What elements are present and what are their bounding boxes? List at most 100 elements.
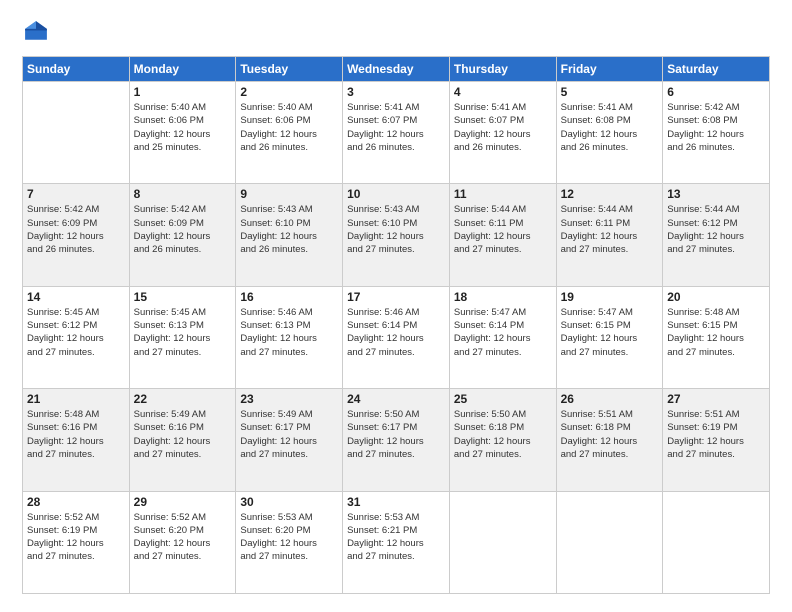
calendar-cell: 11 Sunrise: 5:44 AM Sunset: 6:11 PM Dayli… [449,184,556,286]
day-number: 8 [134,187,232,201]
day-info: Sunrise: 5:52 AM Sunset: 6:20 PM Dayligh… [134,511,232,564]
day-info: Sunrise: 5:45 AM Sunset: 6:13 PM Dayligh… [134,306,232,359]
day-info: Sunrise: 5:43 AM Sunset: 6:10 PM Dayligh… [347,203,445,256]
calendar-cell: 18Sunrise: 5:47 AM Sunset: 6:14 PM Dayli… [449,286,556,388]
day-number: 30 [240,495,338,509]
day-number: 4 [454,85,552,99]
day-info: Sunrise: 5:40 AM Sunset: 6:06 PM Dayligh… [134,101,232,154]
day-info: Sunrise: 5:42 AM Sunset: 6:09 PM Dayligh… [134,203,232,256]
calendar-week-row: 7 Sunrise: 5:42 AM Sunset: 6:09 PM Daylig… [23,184,770,286]
day-info: Sunrise: 5:42 AM Sunset: 6:08 PM Dayligh… [667,101,765,154]
day-info: Sunrise: 5:40 AM Sunset: 6:06 PM Dayligh… [240,101,338,154]
day-number: 19 [561,290,659,304]
calendar-cell: 31 Sunrise: 5:53 AM Sunset: 6:21 PM Dayli… [343,491,450,593]
day-number: 1 [134,85,232,99]
day-number: 2 [240,85,338,99]
calendar-cell: 12 Sunrise: 5:44 AM Sunset: 6:11 PM Dayli… [556,184,663,286]
day-number: 12 [561,187,659,201]
calendar-cell: 7 Sunrise: 5:42 AM Sunset: 6:09 PM Daylig… [23,184,130,286]
day-info: Sunrise: 5:45 AM Sunset: 6:12 PM Dayligh… [27,306,125,359]
day-info: Sunrise: 5:41 AM Sunset: 6:07 PM Dayligh… [454,101,552,154]
calendar-table: SundayMondayTuesdayWednesdayThursdayFrid… [22,56,770,594]
day-number: 22 [134,392,232,406]
day-info: Sunrise: 5:47 AM Sunset: 6:15 PM Dayligh… [561,306,659,359]
calendar-cell: 17Sunrise: 5:46 AM Sunset: 6:14 PM Dayli… [343,286,450,388]
calendar-cell: 1 Sunrise: 5:40 AM Sunset: 6:06 PM Daylig… [129,82,236,184]
day-info: Sunrise: 5:46 AM Sunset: 6:14 PM Dayligh… [347,306,445,359]
day-info: Sunrise: 5:44 AM Sunset: 6:12 PM Dayligh… [667,203,765,256]
calendar-cell [449,491,556,593]
day-info: Sunrise: 5:53 AM Sunset: 6:20 PM Dayligh… [240,511,338,564]
day-info: Sunrise: 5:50 AM Sunset: 6:17 PM Dayligh… [347,408,445,461]
day-number: 27 [667,392,765,406]
day-number: 26 [561,392,659,406]
day-info: Sunrise: 5:41 AM Sunset: 6:07 PM Dayligh… [347,101,445,154]
calendar-cell: 8 Sunrise: 5:42 AM Sunset: 6:09 PM Daylig… [129,184,236,286]
calendar-cell: 30 Sunrise: 5:53 AM Sunset: 6:20 PM Dayli… [236,491,343,593]
day-info: Sunrise: 5:49 AM Sunset: 6:17 PM Dayligh… [240,408,338,461]
day-number: 10 [347,187,445,201]
weekday-header: Saturday [663,57,770,82]
weekday-header: Monday [129,57,236,82]
calendar-week-row: 14 Sunrise: 5:45 AM Sunset: 6:12 PM Dayli… [23,286,770,388]
day-info: Sunrise: 5:50 AM Sunset: 6:18 PM Dayligh… [454,408,552,461]
day-info: Sunrise: 5:46 AM Sunset: 6:13 PM Dayligh… [240,306,338,359]
day-info: Sunrise: 5:48 AM Sunset: 6:16 PM Dayligh… [27,408,125,461]
day-number: 15 [134,290,232,304]
day-number: 16 [240,290,338,304]
calendar-week-row: 28 Sunrise: 5:52 AM Sunset: 6:19 PM Dayli… [23,491,770,593]
weekday-header: Wednesday [343,57,450,82]
weekday-header: Friday [556,57,663,82]
day-number: 6 [667,85,765,99]
day-info: Sunrise: 5:51 AM Sunset: 6:19 PM Dayligh… [667,408,765,461]
day-number: 29 [134,495,232,509]
logo-icon [22,18,50,46]
calendar-cell: 4 Sunrise: 5:41 AM Sunset: 6:07 PM Daylig… [449,82,556,184]
day-info: Sunrise: 5:49 AM Sunset: 6:16 PM Dayligh… [134,408,232,461]
day-number: 9 [240,187,338,201]
day-info: Sunrise: 5:43 AM Sunset: 6:10 PM Dayligh… [240,203,338,256]
calendar-week-row: 21 Sunrise: 5:48 AM Sunset: 6:16 PM Dayli… [23,389,770,491]
day-number: 28 [27,495,125,509]
weekday-header: Thursday [449,57,556,82]
day-info: Sunrise: 5:53 AM Sunset: 6:21 PM Dayligh… [347,511,445,564]
day-info: Sunrise: 5:41 AM Sunset: 6:08 PM Dayligh… [561,101,659,154]
calendar-cell: 24 Sunrise: 5:50 AM Sunset: 6:17 PM Dayli… [343,389,450,491]
calendar-cell: 27 Sunrise: 5:51 AM Sunset: 6:19 PM Dayli… [663,389,770,491]
day-number: 7 [27,187,125,201]
calendar-cell: 21 Sunrise: 5:48 AM Sunset: 6:16 PM Dayli… [23,389,130,491]
day-number: 31 [347,495,445,509]
calendar-cell: 14 Sunrise: 5:45 AM Sunset: 6:12 PM Dayli… [23,286,130,388]
weekday-header: Sunday [23,57,130,82]
day-number: 5 [561,85,659,99]
day-info: Sunrise: 5:44 AM Sunset: 6:11 PM Dayligh… [454,203,552,256]
day-number: 20 [667,290,765,304]
calendar-cell: 29 Sunrise: 5:52 AM Sunset: 6:20 PM Dayli… [129,491,236,593]
calendar-cell: 5 Sunrise: 5:41 AM Sunset: 6:08 PM Daylig… [556,82,663,184]
calendar-cell: 3 Sunrise: 5:41 AM Sunset: 6:07 PM Daylig… [343,82,450,184]
day-info: Sunrise: 5:47 AM Sunset: 6:14 PM Dayligh… [454,306,552,359]
day-info: Sunrise: 5:42 AM Sunset: 6:09 PM Dayligh… [27,203,125,256]
calendar-cell: 13Sunrise: 5:44 AM Sunset: 6:12 PM Dayli… [663,184,770,286]
day-number: 23 [240,392,338,406]
weekday-header-row: SundayMondayTuesdayWednesdayThursdayFrid… [23,57,770,82]
calendar-cell: 15 Sunrise: 5:45 AM Sunset: 6:13 PM Dayli… [129,286,236,388]
calendar-cell [23,82,130,184]
calendar-cell: 25 Sunrise: 5:50 AM Sunset: 6:18 PM Dayli… [449,389,556,491]
day-info: Sunrise: 5:44 AM Sunset: 6:11 PM Dayligh… [561,203,659,256]
day-number: 21 [27,392,125,406]
calendar-week-row: 1 Sunrise: 5:40 AM Sunset: 6:06 PM Daylig… [23,82,770,184]
day-number: 3 [347,85,445,99]
calendar-cell: 28 Sunrise: 5:52 AM Sunset: 6:19 PM Dayli… [23,491,130,593]
calendar-cell: 9 Sunrise: 5:43 AM Sunset: 6:10 PM Daylig… [236,184,343,286]
day-info: Sunrise: 5:52 AM Sunset: 6:19 PM Dayligh… [27,511,125,564]
calendar-cell: 6 Sunrise: 5:42 AM Sunset: 6:08 PM Daylig… [663,82,770,184]
day-number: 14 [27,290,125,304]
day-info: Sunrise: 5:51 AM Sunset: 6:18 PM Dayligh… [561,408,659,461]
day-number: 24 [347,392,445,406]
day-number: 25 [454,392,552,406]
weekday-header: Tuesday [236,57,343,82]
header [22,18,770,46]
calendar-cell [663,491,770,593]
day-number: 11 [454,187,552,201]
